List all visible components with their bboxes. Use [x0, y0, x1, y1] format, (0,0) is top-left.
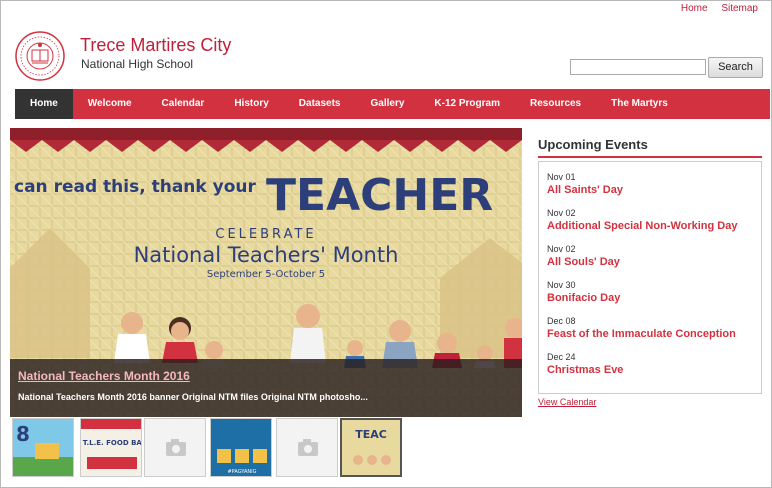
- banner-big: TEACHER: [266, 170, 493, 221]
- thumbnail-1[interactable]: 8: [12, 418, 74, 477]
- event-date: Nov 01: [547, 172, 576, 182]
- top-links: Home Sitemap: [670, 3, 758, 14]
- event-link[interactable]: Christmas Eve: [547, 364, 623, 376]
- slider-thumbnails: 8 2015 T.L.E. FOOD BAZAAR #PAGYANIG: [10, 416, 522, 479]
- camera-icon: [145, 419, 205, 476]
- events-list: Nov 01 All Saints' Day Nov 02 Additional…: [538, 161, 762, 394]
- events-divider: [538, 156, 762, 158]
- nav-item-datasets[interactable]: Datasets: [284, 89, 356, 119]
- thumbnail-2-text: 2015 T.L.E. FOOD BAZAAR: [81, 439, 142, 447]
- thumbnail-4[interactable]: #PAGYANIG: [210, 418, 272, 477]
- nav-item-resources[interactable]: Resources: [515, 89, 596, 119]
- event-link[interactable]: All Souls' Day: [547, 256, 620, 268]
- nav-item-k12-program[interactable]: K-12 Program: [419, 89, 515, 119]
- nav-item-home[interactable]: Home: [15, 89, 73, 119]
- thumbnail-4-text: #PAGYANIG: [227, 469, 256, 475]
- event-date: Nov 02: [547, 244, 576, 254]
- event-date: Nov 30: [547, 280, 576, 290]
- event-link[interactable]: Additional Special Non-Working Day: [547, 220, 737, 232]
- banner-dates: September 5-October 5: [207, 269, 325, 280]
- thumbnail-6[interactable]: TEAC: [340, 418, 402, 477]
- event-link[interactable]: Bonifacio Day: [547, 292, 620, 304]
- banner-event: National Teachers' Month: [134, 243, 399, 267]
- top-link-home[interactable]: Home: [681, 3, 708, 14]
- thumbnail-5[interactable]: [276, 418, 338, 477]
- view-calendar-link[interactable]: View Calendar: [538, 397, 596, 407]
- site-title[interactable]: Trece Martires City: [80, 35, 231, 56]
- thumbnail-1-text: 8: [16, 422, 30, 446]
- nav-item-welcome[interactable]: Welcome: [73, 89, 147, 119]
- banner-line1: can read this, thank your: [14, 177, 256, 197]
- thumbnail-1-image: 8: [13, 419, 73, 476]
- site-subtitle: National High School: [81, 57, 194, 71]
- banner-celebrate: CELEBRATE: [215, 227, 316, 242]
- event-date: Nov 02: [547, 208, 576, 218]
- event-link[interactable]: Feast of the Immaculate Conception: [547, 328, 736, 340]
- caption-text: National Teachers Month 2016 banner Orig…: [18, 392, 368, 402]
- nav-item-the-martyrs[interactable]: The Martyrs: [596, 89, 683, 119]
- event-link[interactable]: All Saints' Day: [547, 184, 623, 196]
- featured-slider[interactable]: can read this, thank your TEACHER CELEBR…: [10, 128, 522, 417]
- thumbnail-2[interactable]: 2015 T.L.E. FOOD BAZAAR: [80, 418, 142, 477]
- camera-icon: [277, 419, 337, 476]
- thumbnail-3[interactable]: [144, 418, 206, 477]
- top-link-sitemap[interactable]: Sitemap: [721, 3, 758, 14]
- search-button[interactable]: Search: [708, 57, 763, 78]
- thumbnail-6-text: TEAC: [355, 428, 387, 441]
- event-date: Dec 24: [547, 352, 576, 362]
- school-seal-logo[interactable]: [10, 30, 70, 82]
- upcoming-events-title: Upcoming Events: [538, 137, 648, 152]
- main-nav: Home Welcome Calendar History Datasets G…: [15, 89, 770, 119]
- thumbnail-6-image: TEAC: [342, 420, 400, 475]
- slider-caption: National Teachers Month 2016 National Te…: [10, 359, 522, 417]
- caption-title[interactable]: National Teachers Month 2016: [18, 369, 190, 383]
- school-seal-icon: [15, 31, 65, 81]
- nav-item-calendar[interactable]: Calendar: [147, 89, 220, 119]
- nav-item-gallery[interactable]: Gallery: [355, 89, 419, 119]
- nav-item-history[interactable]: History: [219, 89, 283, 119]
- search-input[interactable]: [570, 59, 706, 75]
- event-date: Dec 08: [547, 316, 576, 326]
- thumbnail-4-image: #PAGYANIG: [211, 419, 271, 476]
- thumbnail-2-image: 2015 T.L.E. FOOD BAZAAR: [81, 419, 142, 476]
